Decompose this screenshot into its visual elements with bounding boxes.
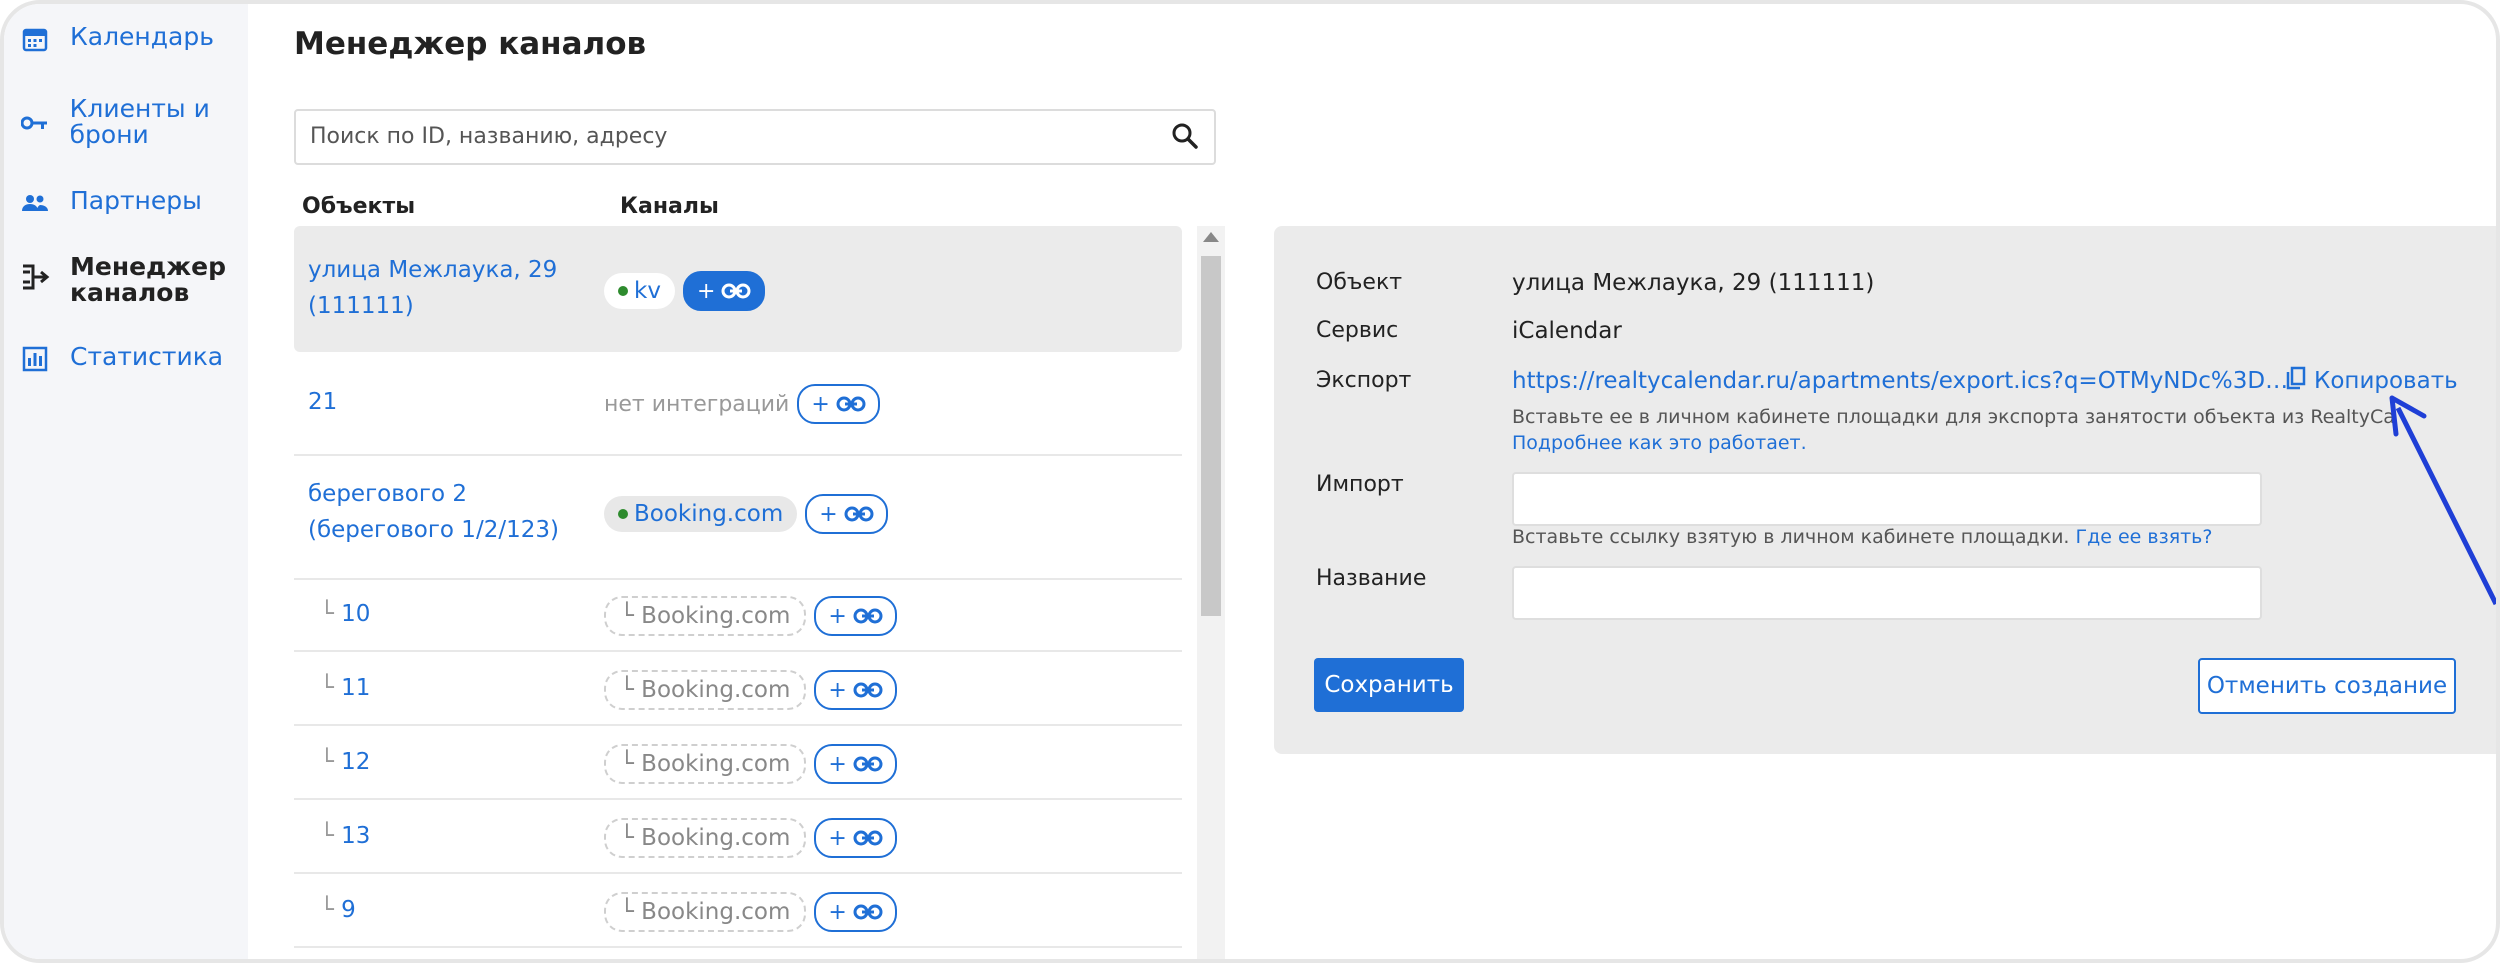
channel-pill-inherited[interactable]: └ Booking.com: [604, 744, 807, 784]
export-label: Экспорт: [1316, 368, 1412, 393]
name-label: Название: [1316, 566, 1427, 591]
add-channel-button[interactable]: +: [805, 494, 888, 534]
scroll-up-arrow-icon[interactable]: [1203, 232, 1219, 242]
channel-cell: └ Booking.com +: [604, 596, 897, 636]
child-object-link[interactable]: └ 13: [320, 818, 370, 854]
channel-cell: kv +: [604, 271, 766, 311]
sidebar-item-label: Партнеры: [70, 186, 202, 215]
import-hint: Вставьте ссылку взятую в личном кабинете…: [1512, 526, 2213, 548]
service-value: iCalendar: [1512, 318, 1622, 344]
channel-pill-inherited[interactable]: └ Booking.com: [604, 670, 807, 710]
channel-pill-inherited[interactable]: └ Booking.com: [604, 892, 807, 932]
cancel-creation-button[interactable]: Отменить создание: [2198, 658, 2456, 714]
channel-cell: └ Booking.com +: [604, 744, 897, 784]
channel-cell: └ Booking.com +: [604, 670, 897, 710]
people-icon: [18, 188, 52, 218]
table-row[interactable]: └ 11 └ Booking.com +: [294, 650, 1182, 726]
add-channel-button[interactable]: +: [814, 818, 897, 858]
child-object-link[interactable]: └ 9: [320, 892, 356, 928]
status-dot-icon: [618, 286, 628, 296]
sidebar-item-clients[interactable]: Клиенты и брони: [18, 96, 218, 148]
table-row[interactable]: └ 13 └ Booking.com +: [294, 798, 1182, 874]
sidebar-item-label: Статистика: [70, 342, 224, 371]
search-box: [294, 109, 1216, 165]
sidebar-item-calendar[interactable]: Календарь: [18, 24, 214, 54]
calendar-icon: [18, 24, 52, 54]
sidebar-item-statistics[interactable]: Статистика: [18, 344, 223, 374]
object-value: улица Межлаука, 29 (111111): [1512, 270, 1875, 296]
add-channel-button[interactable]: +: [814, 892, 897, 932]
annotation-arrow-icon: [2389, 395, 2496, 606]
sidebar-item-channel-manager[interactable]: Менеджер каналов: [18, 254, 228, 306]
status-dot-icon: [618, 509, 628, 519]
add-channel-button[interactable]: +: [814, 744, 897, 784]
import-label: Импорт: [1316, 472, 1404, 497]
search-input[interactable]: [296, 111, 1124, 161]
list-scrollbar[interactable]: [1197, 226, 1225, 959]
service-label: Сервис: [1316, 318, 1399, 343]
page-title: Менеджер каналов: [294, 26, 647, 62]
channel-cell: └ Booking.com +: [604, 818, 897, 858]
sidebar-item-label: Календарь: [70, 22, 214, 51]
child-object-link[interactable]: └ 10: [320, 596, 370, 632]
sidebar-item-partners[interactable]: Партнеры: [18, 188, 202, 218]
copy-button[interactable]: Копировать: [2286, 366, 2458, 396]
channel-pill[interactable]: Booking.com: [604, 496, 798, 532]
channel-cell: Booking.com +: [604, 494, 888, 534]
object-name-link[interactable]: 21: [308, 384, 337, 420]
export-url-link[interactable]: https://realtycalendar.ru/apartments/exp…: [1512, 368, 2288, 394]
add-channel-button[interactable]: +: [797, 384, 880, 424]
add-channel-button[interactable]: +: [682, 271, 766, 311]
child-object-link[interactable]: └ 12: [320, 744, 370, 780]
export-more-link[interactable]: Подробнее как это работает.: [1512, 432, 1807, 454]
child-object-link[interactable]: └ 11: [320, 670, 370, 706]
search-icon[interactable]: [1170, 121, 1200, 151]
object-label: Объект: [1316, 270, 1403, 295]
channel-cell: нет интеграций +: [604, 384, 880, 424]
import-url-input[interactable]: [1512, 472, 2262, 526]
import-where-link[interactable]: Где ее взять?: [2076, 526, 2213, 548]
channel-pill-inherited[interactable]: └ Booking.com: [604, 596, 807, 636]
table-row[interactable]: └ 10 └ Booking.com +: [294, 578, 1182, 652]
app-frame: Календарь Клиенты и брони Партнеры Менед…: [0, 0, 2500, 963]
sidebar: Календарь Клиенты и брони Партнеры Менед…: [4, 4, 248, 959]
table-row[interactable]: берегового 2 (берегового 1/2/123) Bookin…: [294, 454, 1182, 580]
key-icon: [18, 108, 52, 138]
table-row[interactable]: └ 12 └ Booking.com +: [294, 724, 1182, 800]
sidebar-item-label: Менеджер каналов: [70, 252, 226, 307]
table-row[interactable]: 21 нет интеграций +: [294, 352, 1182, 456]
export-hint: Вставьте ее в личном кабинете площадки д…: [1512, 406, 2395, 428]
object-name-link[interactable]: улица Межлаука, 29 (111111): [308, 252, 568, 324]
channel-details-panel: Объект улица Межлаука, 29 (111111) Серви…: [1274, 226, 2496, 754]
no-integrations-text: нет интеграций: [604, 391, 790, 417]
scrollbar-thumb[interactable]: [1201, 256, 1221, 616]
save-button[interactable]: Сохранить: [1314, 658, 1464, 712]
channel-manager-icon: [18, 262, 52, 292]
object-name-link[interactable]: берегового 2 (берегового 1/2/123): [308, 476, 588, 548]
sidebar-item-label: Клиенты и брони: [69, 94, 210, 149]
channel-pill[interactable]: kv: [604, 273, 675, 309]
table-row[interactable]: └ 9 └ Booking.com +: [294, 872, 1182, 948]
name-input[interactable]: [1512, 566, 2262, 620]
add-channel-button[interactable]: +: [814, 596, 897, 636]
table-row[interactable]: улица Межлаука, 29 (111111) kv +: [294, 226, 1182, 352]
channel-pill-inherited[interactable]: └ Booking.com: [604, 818, 807, 858]
channel-cell: └ Booking.com +: [604, 892, 897, 932]
channel-name: kv: [634, 278, 661, 304]
column-header-channels: Каналы: [620, 194, 719, 219]
chart-icon: [18, 344, 52, 374]
copy-icon: [2286, 366, 2306, 396]
channel-name: Booking.com: [634, 501, 784, 527]
column-header-objects: Объекты: [302, 194, 416, 219]
add-channel-button[interactable]: +: [814, 670, 897, 710]
